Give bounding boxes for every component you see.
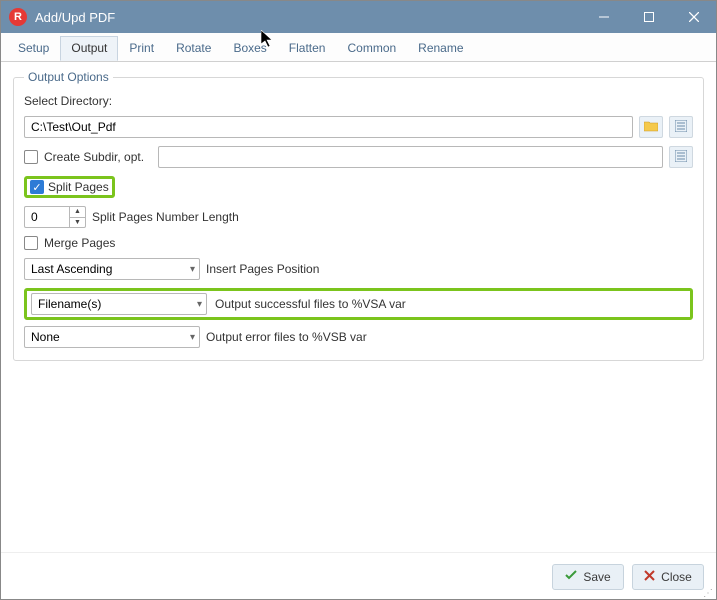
tab-rename[interactable]: Rename [407, 36, 474, 61]
output-options-group: Output Options Select Directory: Create … [13, 70, 704, 361]
tab-output[interactable]: Output [60, 36, 118, 61]
window-controls [581, 1, 716, 33]
maximize-button[interactable] [626, 1, 671, 33]
resize-grip-icon[interactable]: ⋰ [703, 591, 714, 597]
select-directory-label: Select Directory: [24, 94, 112, 108]
chevron-down-icon: ▾ [190, 264, 195, 275]
insert-pages-select-value: Last Ascending [31, 262, 112, 276]
title-bar: R Add/Upd PDF [1, 1, 716, 33]
vsb-select[interactable]: None ▾ [24, 326, 200, 348]
app-icon: R [9, 8, 27, 26]
vsa-select-value: Filename(s) [38, 297, 101, 311]
close-button[interactable]: Close [632, 564, 704, 590]
merge-pages-checkbox[interactable] [24, 236, 38, 250]
vsb-select-value: None [31, 330, 60, 344]
close-icon [644, 570, 655, 584]
insert-pages-select[interactable]: Last Ascending ▾ [24, 258, 200, 280]
tab-setup[interactable]: Setup [7, 36, 60, 61]
directory-input[interactable] [24, 116, 633, 138]
vsa-select[interactable]: Filename(s) ▾ [31, 293, 207, 315]
split-number-length-value: 0 [31, 210, 38, 224]
folder-icon [644, 120, 658, 135]
list-icon [675, 120, 687, 135]
tab-rotate[interactable]: Rotate [165, 36, 222, 61]
stepper-up-button[interactable]: ▲ [70, 207, 85, 218]
chevron-down-icon: ▾ [197, 299, 202, 310]
split-number-length-stepper[interactable]: 0 ▲ ▼ [24, 206, 86, 228]
create-subdir-input[interactable] [158, 146, 663, 168]
tab-flatten[interactable]: Flatten [278, 36, 337, 61]
split-number-length-label: Split Pages Number Length [92, 210, 239, 224]
insert-pages-label: Insert Pages Position [206, 262, 319, 276]
stepper-down-button[interactable]: ▼ [70, 218, 85, 228]
list-icon [675, 150, 687, 165]
create-subdir-checkbox[interactable] [24, 150, 38, 164]
check-icon [565, 569, 577, 584]
directory-list-button[interactable] [669, 116, 693, 138]
tab-common[interactable]: Common [336, 36, 407, 61]
tab-bar: Setup Output Print Rotate Boxes Flatten … [1, 33, 716, 62]
vsa-label: Output successful files to %VSA var [215, 297, 406, 311]
close-window-button[interactable] [671, 1, 716, 33]
subdir-list-button[interactable] [669, 146, 693, 168]
footer-bar: Save Close [1, 552, 716, 600]
close-button-label: Close [661, 570, 692, 584]
save-button[interactable]: Save [552, 564, 624, 590]
save-button-label: Save [583, 570, 610, 584]
output-options-legend: Output Options [24, 70, 113, 84]
window-title: Add/Upd PDF [35, 10, 581, 25]
minimize-button[interactable] [581, 1, 626, 33]
content-area: Output Options Select Directory: Create … [1, 62, 716, 361]
split-pages-checkbox[interactable]: ✓ [30, 180, 44, 194]
browse-folder-button[interactable] [639, 116, 663, 138]
split-pages-label: Split Pages [48, 180, 109, 194]
vsb-label: Output error files to %VSB var [206, 330, 367, 344]
tab-boxes[interactable]: Boxes [222, 36, 277, 61]
split-pages-highlight: ✓ Split Pages [24, 176, 115, 198]
merge-pages-label: Merge Pages [44, 236, 115, 250]
chevron-down-icon: ▾ [190, 332, 195, 343]
create-subdir-label: Create Subdir, opt. [44, 150, 152, 164]
tab-print[interactable]: Print [118, 36, 165, 61]
vsa-highlight: Filename(s) ▾ Output successful files to… [24, 288, 693, 320]
